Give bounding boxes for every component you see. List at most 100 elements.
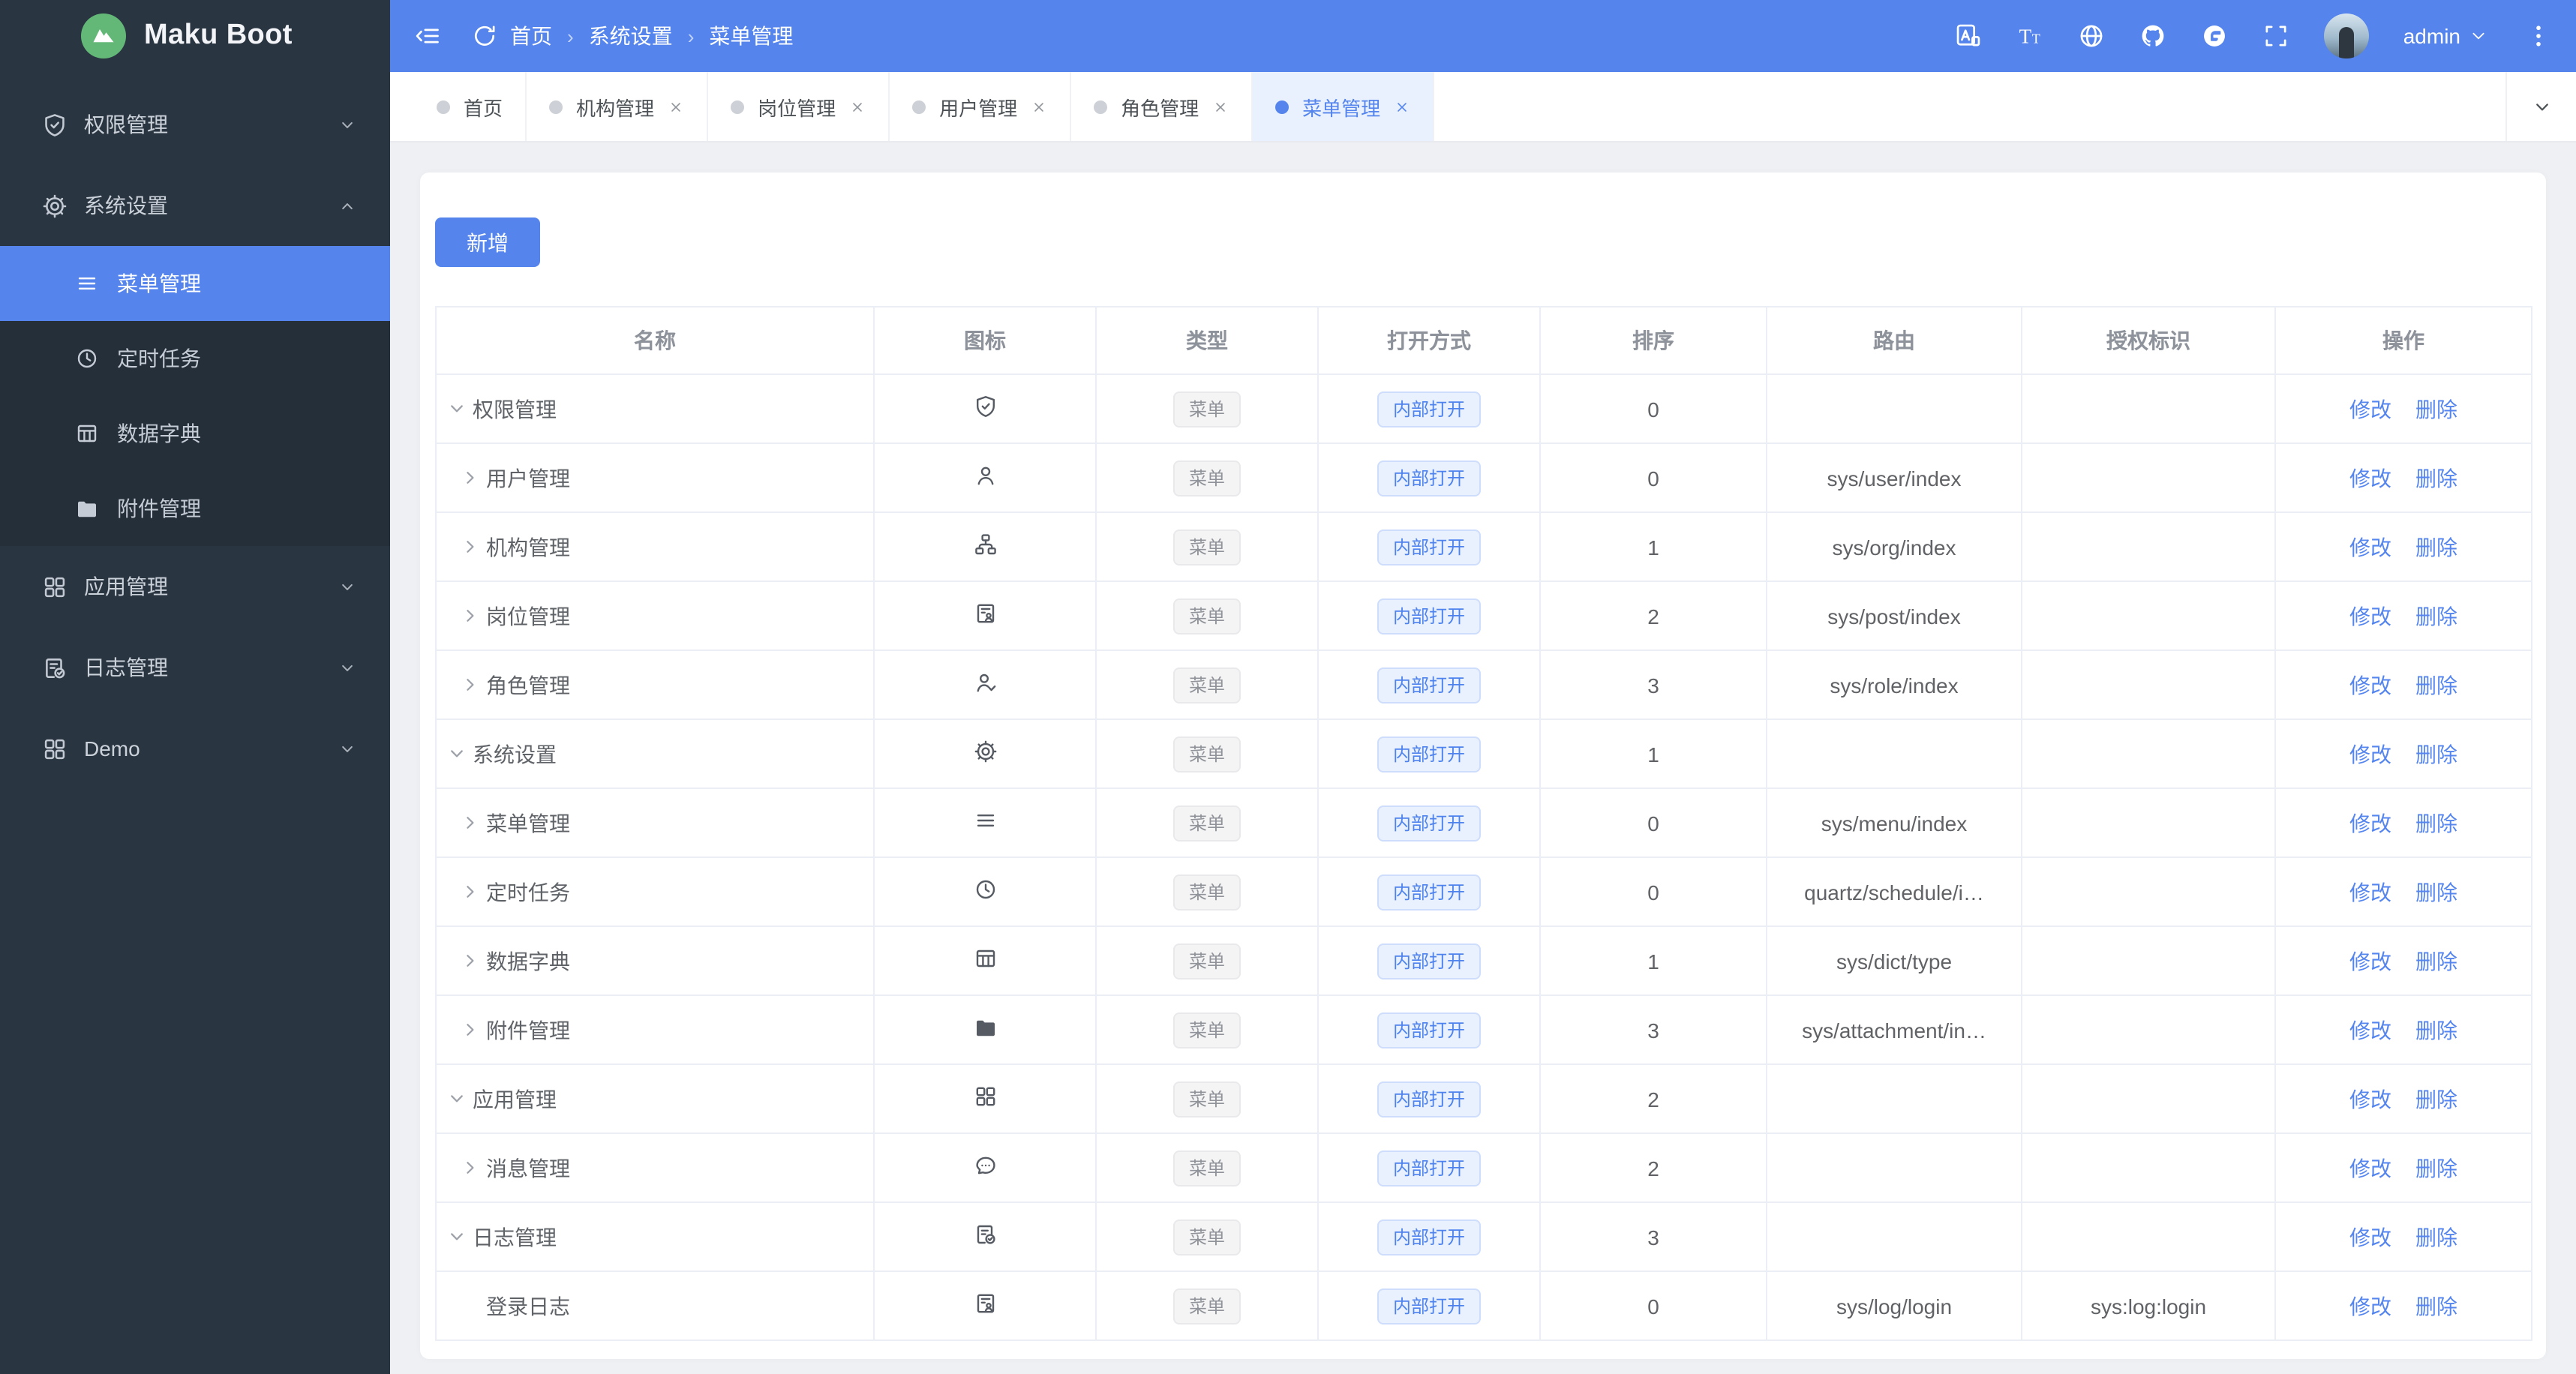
delete-link[interactable]: 删除 (2415, 1018, 2457, 1042)
tab-more-button[interactable] (2505, 72, 2576, 141)
column-header-路由: 路由 (1766, 306, 2022, 375)
delete-link[interactable]: 删除 (2415, 604, 2457, 628)
column-header-排序: 排序 (1539, 306, 1767, 375)
github-button[interactable] (2139, 22, 2166, 50)
cell-perm: sys:log:login (2021, 1270, 2276, 1341)
cell-name: 系统设置 (435, 718, 875, 789)
expand-right-icon[interactable] (459, 604, 482, 627)
delete-link[interactable]: 删除 (2415, 1087, 2457, 1111)
tab-close-icon[interactable] (1031, 98, 1047, 115)
expand-right-icon[interactable] (459, 1156, 482, 1179)
sidebar-item-权限管理[interactable]: 权限管理 (0, 84, 390, 165)
table-row: 数据字典 菜单 内部打开 1 sys/dict/type 修改 删除 (435, 926, 2532, 996)
cell-actions: 修改 删除 (2274, 1270, 2532, 1341)
sidebar-item-应用管理[interactable]: 应用管理 (0, 546, 390, 627)
expand-down-icon[interactable] (446, 1226, 468, 1248)
sidebar-item-日志管理[interactable]: 日志管理 (0, 627, 390, 708)
delete-link[interactable]: 删除 (2415, 397, 2457, 421)
cell-open-style: 内部打开 (1317, 1064, 1541, 1134)
edit-link[interactable]: 修改 (2349, 1225, 2391, 1249)
user-menu[interactable]: admin (2403, 24, 2487, 48)
sidebar-item-label: 应用管理 (84, 574, 168, 598)
tab-菜单管理[interactable]: 菜单管理 (1253, 72, 1435, 141)
user-avatar[interactable] (2323, 14, 2369, 58)
breadcrumb-item-首页[interactable]: 首页 (510, 21, 552, 51)
refresh-page-button[interactable] (471, 22, 498, 50)
delete-link[interactable]: 删除 (2415, 673, 2457, 697)
edit-link[interactable]: 修改 (2349, 1018, 2391, 1042)
row-name-wrap: 岗位管理 (437, 601, 872, 631)
column-header-打开方式: 打开方式 (1317, 306, 1541, 375)
edit-link[interactable]: 修改 (2349, 1087, 2391, 1111)
fullscreen-button[interactable] (2262, 22, 2289, 50)
edit-link[interactable]: 修改 (2349, 1156, 2391, 1180)
language-translate-button[interactable] (1955, 22, 1982, 50)
column-header-名称: 名称 (435, 306, 875, 375)
cell-open-style: 内部打开 (1317, 926, 1541, 996)
expand-down-icon[interactable] (446, 398, 468, 420)
table-row: 日志管理 菜单 内部打开 3 修改 删除 (435, 1202, 2532, 1272)
locale-button[interactable] (2078, 22, 2105, 50)
cell-type: 菜单 (1095, 1270, 1319, 1341)
delete-link[interactable]: 删除 (2415, 949, 2457, 973)
delete-link[interactable]: 删除 (2415, 535, 2457, 559)
delete-link[interactable]: 删除 (2415, 1294, 2457, 1318)
sidebar-subitem-数据字典[interactable]: 数据字典 (0, 396, 390, 471)
edit-link[interactable]: 修改 (2349, 397, 2391, 421)
add-button[interactable]: 新增 (435, 218, 540, 267)
expand-right-icon[interactable] (459, 880, 482, 903)
expand-right-icon[interactable] (459, 1018, 482, 1041)
delete-link[interactable]: 删除 (2415, 1156, 2457, 1180)
delete-link[interactable]: 删除 (2415, 1225, 2457, 1249)
edit-link[interactable]: 修改 (2349, 466, 2391, 490)
collapse-sidebar-button[interactable] (414, 22, 441, 50)
expand-down-icon[interactable] (446, 1088, 468, 1110)
tab-close-icon[interactable] (849, 98, 866, 115)
edit-link[interactable]: 修改 (2349, 811, 2391, 835)
table-grid-icon (973, 946, 997, 970)
tab-岗位管理[interactable]: 岗位管理 (708, 72, 890, 141)
expand-right-icon[interactable] (459, 950, 482, 972)
delete-link[interactable]: 删除 (2415, 880, 2457, 904)
edit-link[interactable]: 修改 (2349, 742, 2391, 766)
tab-close-icon[interactable] (1212, 98, 1229, 115)
expand-right-icon[interactable] (459, 674, 482, 696)
settings-menu-button[interactable] (2525, 22, 2552, 50)
expand-down-icon[interactable] (446, 742, 468, 765)
font-size-button[interactable]: TT (2016, 22, 2043, 50)
sidebar-item-系统设置[interactable]: 系统设置 (0, 165, 390, 246)
cell-open-style: 内部打开 (1317, 650, 1541, 720)
expand-right-icon[interactable] (459, 536, 482, 558)
edit-link[interactable]: 修改 (2349, 604, 2391, 628)
tab-close-icon[interactable] (1394, 98, 1410, 115)
delete-link[interactable]: 删除 (2415, 742, 2457, 766)
gear-icon (973, 740, 997, 764)
tab-角色管理[interactable]: 角色管理 (1071, 72, 1253, 141)
sidebar-subitem-附件管理[interactable]: 附件管理 (0, 471, 390, 546)
menu-name: 角色管理 (486, 673, 570, 697)
edit-link[interactable]: 修改 (2349, 1294, 2391, 1318)
edit-link[interactable]: 修改 (2349, 880, 2391, 904)
sidebar-subitem-定时任务[interactable]: 定时任务 (0, 321, 390, 396)
edit-link[interactable]: 修改 (2349, 949, 2391, 973)
breadcrumb-item-菜单管理: 菜单管理 (709, 24, 794, 48)
delete-link[interactable]: 删除 (2415, 466, 2457, 490)
expand-right-icon[interactable] (459, 466, 482, 489)
refresh-icon (471, 22, 498, 50)
tab-机构管理[interactable]: 机构管理 (527, 72, 709, 141)
expand-right-icon[interactable] (459, 812, 482, 834)
tab-label: 首页 (464, 97, 503, 119)
table-row: 权限管理 菜单 内部打开 0 修改 删除 (435, 374, 2532, 444)
edit-link[interactable]: 修改 (2349, 673, 2391, 697)
breadcrumb-item-系统设置[interactable]: 系统设置 (589, 21, 673, 51)
tab-首页[interactable]: 首页 (414, 72, 527, 141)
row-name-wrap: 消息管理 (437, 1153, 872, 1183)
edit-link[interactable]: 修改 (2349, 535, 2391, 559)
tab-close-icon[interactable] (668, 98, 684, 115)
sidebar-item-Demo[interactable]: Demo (0, 708, 390, 789)
delete-link[interactable]: 删除 (2415, 811, 2457, 835)
sidebar-subitem-菜单管理[interactable]: 菜单管理 (0, 246, 390, 321)
tab-用户管理[interactable]: 用户管理 (890, 72, 1072, 141)
gitee-button[interactable] (2201, 22, 2228, 50)
cell-route: sys/post/index (1766, 580, 2022, 651)
